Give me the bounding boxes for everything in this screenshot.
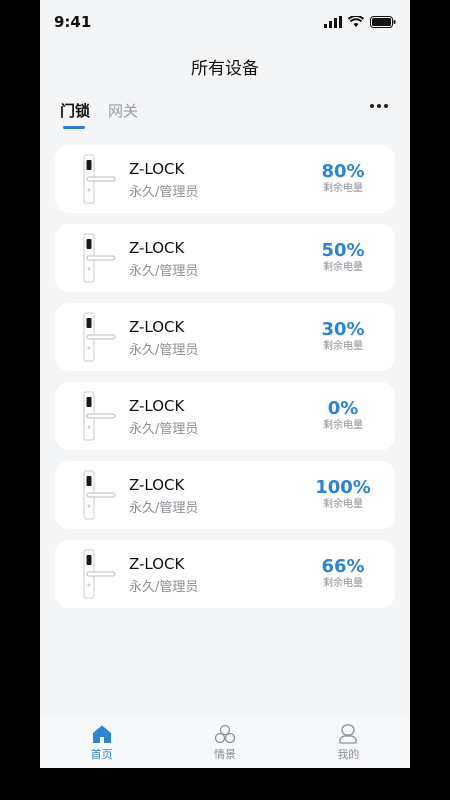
battery-info: 80% 剩余电量	[311, 161, 375, 195]
battery-percent: 80%	[321, 161, 365, 182]
door-lock-icon	[83, 154, 116, 204]
device-name: Z-LOCK	[129, 476, 185, 494]
battery-label: 剩余电量	[323, 420, 363, 431]
door-lock-icon	[83, 312, 116, 362]
device-subtitle: 永久/管理员	[129, 185, 199, 200]
battery-percent: 0%	[327, 398, 359, 419]
device-card[interactable]: Z-LOCK 永久/管理员 80% 剩余电量	[55, 145, 395, 213]
battery-info: 100% 剩余电量	[311, 477, 375, 511]
device-card[interactable]: Z-LOCK 永久/管理员 30% 剩余电量	[55, 303, 395, 371]
battery-info: 0% 剩余电量	[311, 398, 375, 432]
more-options-icon[interactable]	[370, 104, 388, 108]
page-title: 所有设备	[191, 58, 259, 79]
battery-percent: 30%	[321, 319, 365, 340]
tab-door-lock[interactable]: 门锁	[60, 100, 90, 129]
battery-label: 剩余电量	[323, 341, 363, 352]
door-lock-icon	[83, 391, 116, 441]
bottom-tab-bar: 首页 情景 我的	[40, 718, 410, 768]
battery-status-icon	[370, 16, 396, 28]
device-card[interactable]: Z-LOCK 永久/管理员 50% 剩余电量	[55, 224, 395, 292]
door-lock-icon	[83, 470, 116, 520]
battery-label: 剩余电量	[323, 183, 363, 194]
status-bar: 9:41	[40, 0, 410, 44]
app-screen: 9:41 所有设备 门锁 网关 Z-LOCK 永久/管理员 80% 剩余电量 Z…	[40, 0, 410, 800]
status-icons	[324, 16, 396, 28]
battery-percent: 66%	[321, 556, 365, 577]
battery-percent: 100%	[315, 477, 371, 498]
device-subtitle: 永久/管理员	[129, 343, 199, 358]
battery-label: 剩余电量	[323, 262, 363, 273]
tab-home-label: 首页	[90, 748, 113, 761]
device-name: Z-LOCK	[129, 555, 185, 573]
battery-label: 剩余电量	[323, 578, 363, 589]
tab-profile[interactable]: 我的	[287, 718, 410, 768]
battery-percent: 50%	[321, 240, 365, 261]
battery-info: 50% 剩余电量	[311, 240, 375, 274]
tab-gateway[interactable]: 网关	[108, 100, 138, 129]
device-name: Z-LOCK	[129, 318, 185, 336]
device-card[interactable]: Z-LOCK 永久/管理员 0% 剩余电量	[55, 382, 395, 450]
tab-home[interactable]: 首页	[40, 718, 163, 768]
scene-icon	[214, 724, 236, 744]
door-lock-icon	[83, 233, 116, 283]
signal-icon	[324, 16, 342, 28]
device-name: Z-LOCK	[129, 160, 185, 178]
device-card[interactable]: Z-LOCK 永久/管理员 100% 剩余电量	[55, 461, 395, 529]
device-tabs: 门锁 网关	[40, 100, 410, 132]
device-subtitle: 永久/管理员	[129, 580, 199, 595]
nav-bar: 所有设备	[40, 44, 410, 88]
battery-info: 66% 剩余电量	[311, 556, 375, 590]
tab-profile-label: 我的	[337, 748, 360, 761]
battery-info: 30% 剩余电量	[311, 319, 375, 353]
device-card[interactable]: Z-LOCK 永久/管理员 66% 剩余电量	[55, 540, 395, 608]
wifi-icon	[348, 16, 364, 27]
device-list: Z-LOCK 永久/管理员 80% 剩余电量 Z-LOCK 永久/管理员 50%…	[55, 145, 395, 619]
profile-icon	[339, 724, 357, 744]
device-name: Z-LOCK	[129, 397, 185, 415]
door-lock-icon	[83, 549, 116, 599]
device-subtitle: 永久/管理员	[129, 264, 199, 279]
tab-scene-label: 情景	[213, 748, 236, 761]
device-name: Z-LOCK	[129, 239, 185, 257]
battery-label: 剩余电量	[323, 499, 363, 510]
home-indicator-area	[40, 768, 410, 800]
status-time: 9:41	[54, 13, 92, 31]
device-subtitle: 永久/管理员	[129, 422, 199, 437]
tab-scene[interactable]: 情景	[163, 718, 286, 768]
device-subtitle: 永久/管理员	[129, 501, 199, 516]
home-icon	[92, 725, 111, 743]
